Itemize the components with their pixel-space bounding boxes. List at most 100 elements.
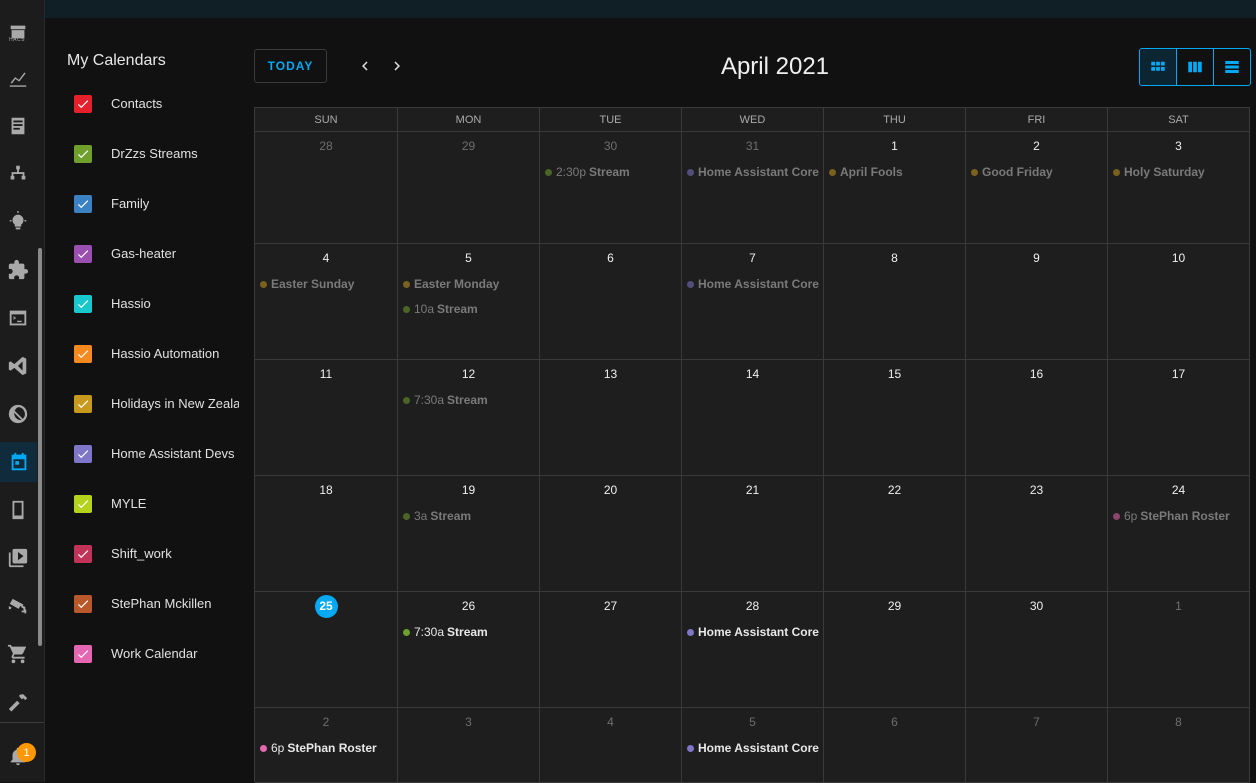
rail-item-zwave[interactable] <box>4 400 32 428</box>
calendar-event[interactable]: 7:30a Stream <box>403 392 539 408</box>
calendar-item[interactable]: DrZzs Streams <box>74 144 198 164</box>
day-cell[interactable]: 10 <box>1108 244 1250 360</box>
calendar-item[interactable]: Family <box>74 194 149 214</box>
calendar-item[interactable]: Home Assistant Devs <box>74 444 235 464</box>
day-cell[interactable]: 11 <box>255 360 398 476</box>
day-number[interactable]: 10 <box>1108 251 1249 265</box>
day-number[interactable]: 28 <box>255 139 397 153</box>
day-number[interactable]: 3 <box>1108 139 1249 153</box>
day-number[interactable]: 2 <box>255 715 397 729</box>
calendar-event[interactable]: Easter Sunday <box>260 276 397 292</box>
day-cell[interactable]: 28 <box>255 132 398 244</box>
rail-item-hacs[interactable] <box>4 18 32 46</box>
day-number[interactable]: 28 <box>682 599 823 613</box>
day-number[interactable]: 6 <box>540 251 681 265</box>
next-month-button[interactable] <box>387 56 407 76</box>
calendar-event[interactable]: Home Assistant Core Release <box>687 740 823 756</box>
day-cell[interactable]: 31 Home Assistant Core Beta <box>682 132 824 244</box>
day-number[interactable]: 4 <box>540 715 681 729</box>
day-cell[interactable]: 21 <box>682 476 824 592</box>
calendar-checkbox[interactable] <box>74 395 92 413</box>
day-cell[interactable]: 14 <box>682 360 824 476</box>
rail-item-lightbulb[interactable] <box>4 208 32 236</box>
calendar-checkbox[interactable] <box>74 145 92 163</box>
day-cell[interactable]: 17 <box>1108 360 1250 476</box>
day-cell[interactable]: 18 <box>255 476 398 592</box>
day-cell[interactable]: 4 Easter Sunday <box>255 244 398 360</box>
day-number[interactable]: 6 <box>824 715 965 729</box>
day-cell[interactable]: 16 <box>966 360 1108 476</box>
day-cell[interactable]: 5 Easter Monday 10a Stream <box>398 244 540 360</box>
week-view-button[interactable] <box>1177 49 1214 85</box>
calendar-item[interactable]: StePhan Mckillen <box>74 594 211 614</box>
calendar-item[interactable]: Shift_work <box>74 544 172 564</box>
calendar-item[interactable]: MYLE <box>74 494 146 514</box>
day-cell[interactable]: 8 <box>824 244 966 360</box>
day-cell[interactable]: 3 <box>398 708 540 783</box>
day-cell[interactable]: 29 <box>824 592 966 708</box>
day-cell[interactable]: 19 3a Stream <box>398 476 540 592</box>
day-number[interactable]: 4 <box>255 251 397 265</box>
calendar-event[interactable]: 6p StePhan Roster <box>260 740 397 756</box>
day-cell[interactable]: 8 <box>1108 708 1250 783</box>
day-cell[interactable]: 2 6p StePhan Roster <box>255 708 398 783</box>
rail-item-network[interactable] <box>4 160 32 188</box>
day-cell[interactable]: 26 7:30a Stream <box>398 592 540 708</box>
day-number[interactable]: 21 <box>682 483 823 497</box>
calendar-event[interactable]: Home Assistant Core Beta <box>687 164 823 180</box>
day-number[interactable]: 12 <box>398 367 539 381</box>
calendar-event[interactable]: Holy Saturday <box>1113 164 1249 180</box>
calendar-checkbox[interactable] <box>74 345 92 363</box>
rail-item-tablet[interactable] <box>4 496 32 524</box>
calendar-event[interactable]: Home Assistant Core Beta <box>687 624 823 640</box>
today-day-number[interactable]: 25 <box>255 595 397 618</box>
calendar-checkbox[interactable] <box>74 95 92 113</box>
rail-item-vscode[interactable] <box>4 352 32 380</box>
rail-item-logbook[interactable] <box>4 112 32 140</box>
calendar-event[interactable]: 6p StePhan Roster <box>1113 508 1249 524</box>
day-number[interactable]: 2 <box>966 139 1107 153</box>
day-cell[interactable]: 1 April Fools <box>824 132 966 244</box>
day-cell[interactable]: 6 <box>540 244 682 360</box>
calendar-event[interactable]: 7:30a Stream <box>403 624 539 640</box>
day-number[interactable]: 3 <box>398 715 539 729</box>
calendar-checkbox[interactable] <box>74 545 92 563</box>
day-cell[interactable]: 30 2:30p Stream <box>540 132 682 244</box>
day-cell[interactable]: 27 <box>540 592 682 708</box>
day-cell[interactable]: 5 Home Assistant Core Release <box>682 708 824 783</box>
calendar-item[interactable]: Hassio Automation <box>74 344 219 364</box>
day-cell[interactable]: 1 <box>1108 592 1250 708</box>
rail-item-terminal[interactable] <box>4 304 32 332</box>
calendar-item[interactable]: Contacts <box>74 94 162 114</box>
day-number[interactable]: 26 <box>398 599 539 613</box>
day-cell[interactable]: 6 <box>824 708 966 783</box>
day-cell[interactable]: 28 Home Assistant Core Beta <box>682 592 824 708</box>
day-number[interactable]: 14 <box>682 367 823 381</box>
day-number[interactable]: 7 <box>966 715 1107 729</box>
day-number[interactable]: 7 <box>682 251 823 265</box>
rail-item-hammer[interactable] <box>4 688 32 716</box>
day-cell[interactable]: 23 <box>966 476 1108 592</box>
calendar-event[interactable]: Good Friday <box>971 164 1107 180</box>
calendar-checkbox[interactable] <box>74 195 92 213</box>
day-cell[interactable]: 20 <box>540 476 682 592</box>
month-view-button[interactable] <box>1140 49 1177 85</box>
day-number[interactable]: 5 <box>398 251 539 265</box>
day-number[interactable]: 9 <box>966 251 1107 265</box>
calendar-checkbox[interactable] <box>74 295 92 313</box>
calendar-item[interactable]: Holidays in New Zealand <box>74 394 239 414</box>
day-cell[interactable]: 25 <box>255 592 398 708</box>
list-view-button[interactable] <box>1214 49 1250 85</box>
calendar-event[interactable]: Easter Monday <box>403 276 539 292</box>
rail-item-energy-chart[interactable] <box>4 64 32 92</box>
day-number[interactable]: 30 <box>966 599 1107 613</box>
day-number[interactable]: 31 <box>682 139 823 153</box>
day-cell[interactable]: 13 <box>540 360 682 476</box>
rail-item-calendar[interactable] <box>0 442 37 482</box>
day-cell[interactable]: 4 <box>540 708 682 783</box>
day-number[interactable]: 20 <box>540 483 681 497</box>
day-cell[interactable]: 22 <box>824 476 966 592</box>
day-cell[interactable]: 2 Good Friday <box>966 132 1108 244</box>
day-number[interactable]: 5 <box>682 715 823 729</box>
calendar-checkbox[interactable] <box>74 245 92 263</box>
